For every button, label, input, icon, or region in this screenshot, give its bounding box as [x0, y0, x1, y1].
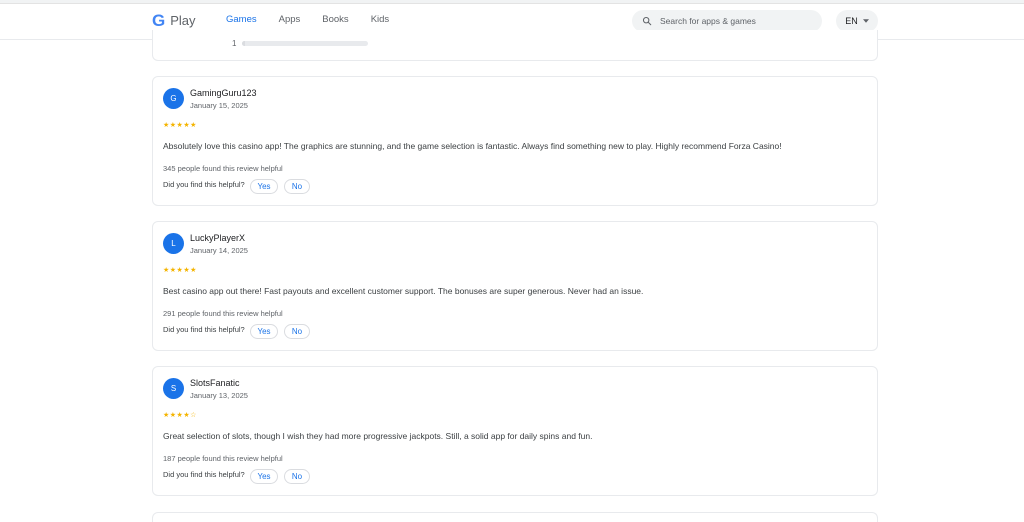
helpful-yes-button[interactable]: Yes: [250, 179, 278, 194]
rating-bar-fill: [242, 41, 245, 46]
search-icon: [642, 16, 652, 26]
helpful-no-button[interactable]: No: [284, 324, 310, 339]
review-text: Great selection of slots, though I wish …: [163, 431, 593, 441]
rating-breakdown-card: 1: [152, 30, 878, 61]
helpful-question: Did you find this helpful?: [163, 325, 245, 334]
review-date: January 14, 2025: [190, 246, 248, 255]
star-rating: ★★★★★: [163, 267, 197, 274]
rating-bar-track: [242, 41, 369, 46]
helpful-count: 291 people found this review helpful: [163, 309, 283, 318]
avatar: G: [163, 88, 184, 109]
reviewer-name: GamingGuru123: [190, 88, 257, 98]
helpful-no-button[interactable]: No: [284, 179, 310, 194]
star-rating: ★★★★☆: [163, 412, 197, 419]
helpful-yes-button[interactable]: Yes: [250, 469, 278, 484]
star-rating: ★★★★★: [163, 122, 197, 129]
helpful-yes-button[interactable]: Yes: [250, 324, 278, 339]
helpful-count: 345 people found this review helpful: [163, 164, 283, 173]
review-date: January 13, 2025: [190, 391, 248, 400]
search-input[interactable]: [660, 16, 810, 26]
google-play-logo[interactable]: G Play: [152, 12, 196, 30]
review-text: Absolutely love this casino app! The gra…: [163, 141, 782, 151]
helpful-question: Did you find this helpful?: [163, 470, 245, 479]
reviewer-name: SlotsFanatic: [190, 378, 240, 388]
helpful-count: 187 people found this review helpful: [163, 454, 283, 463]
logo-text: Play: [170, 13, 196, 28]
rating-row-label: 1: [232, 39, 237, 48]
google-g-logo: G: [152, 11, 166, 30]
helpful-no-button[interactable]: No: [284, 469, 310, 484]
language-label: EN: [845, 16, 858, 26]
chevron-down-icon: [862, 19, 869, 23]
avatar: S: [163, 378, 184, 399]
reviewer-name: LuckyPlayerX: [190, 233, 246, 243]
language-selector[interactable]: EN: [836, 10, 878, 32]
next-review-card-partial: [152, 512, 878, 522]
review-text: Best casino app out there! Fast payouts …: [163, 286, 644, 296]
helpful-question: Did you find this helpful?: [163, 180, 245, 189]
review-date: January 15, 2025: [190, 101, 248, 110]
review-card: G GamingGuru123 January 15, 2025 ★★★★★ A…: [152, 76, 878, 206]
review-card: S SlotsFanatic January 13, 2025 ★★★★☆ Gr…: [152, 366, 878, 496]
rating-row-1: 1: [232, 39, 369, 48]
avatar: L: [163, 233, 184, 254]
search-box[interactable]: [632, 10, 822, 32]
review-card: L LuckyPlayerX January 14, 2025 ★★★★★ Be…: [152, 221, 878, 351]
